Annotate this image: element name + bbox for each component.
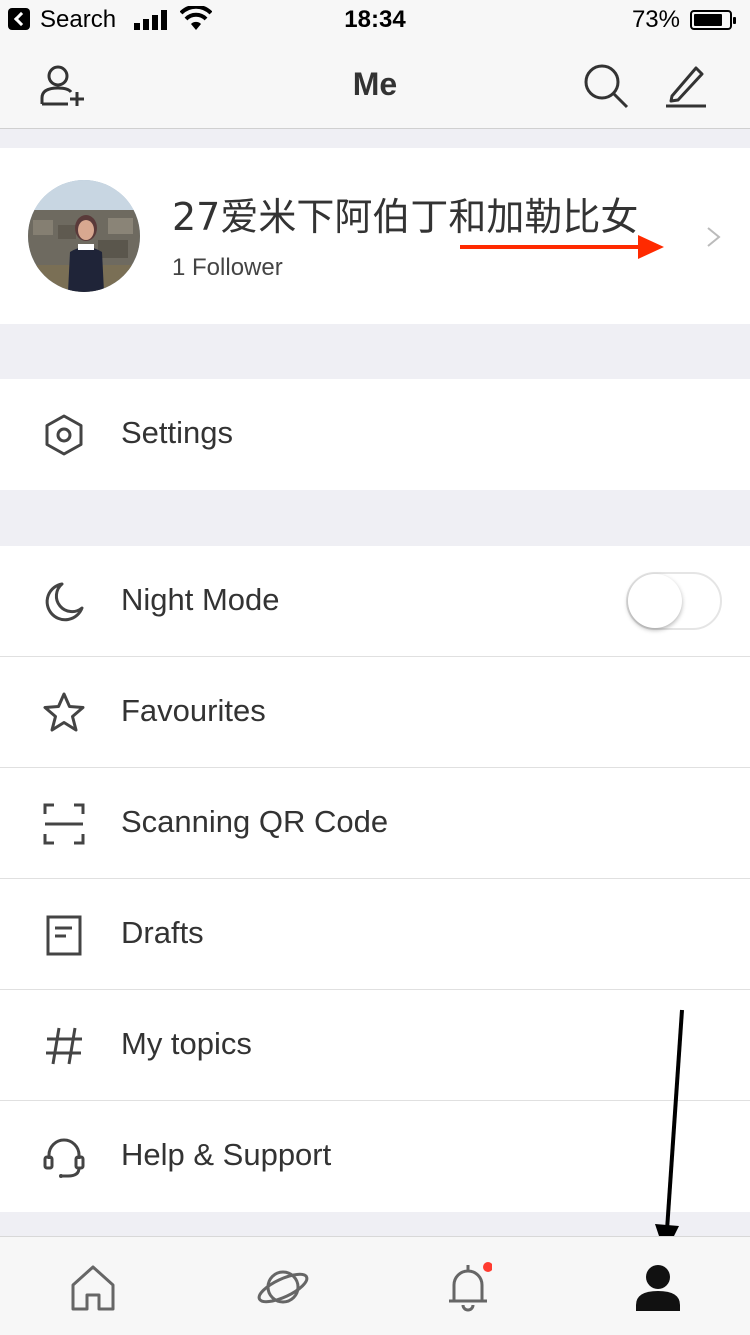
profile-person-icon[interactable] — [634, 1261, 682, 1313]
edit-icon[interactable] — [662, 62, 710, 110]
scan-icon — [43, 803, 85, 845]
menu-item-label: Help & Support — [121, 1137, 332, 1172]
drafts-icon — [46, 915, 82, 956]
menu-item-my-topics[interactable]: My topics — [0, 990, 750, 1101]
tab-bar — [0, 1236, 750, 1335]
menu-item-label: Scanning QR Code — [121, 804, 389, 839]
menu-item-label: My topics — [121, 1026, 252, 1061]
profile-name: 27爱米下阿伯丁和加勒比女 — [172, 195, 639, 239]
search-icon[interactable] — [582, 62, 630, 110]
status-bar: Search 18:34 73% — [0, 0, 750, 40]
menu-item-label: Night Mode — [121, 582, 280, 617]
menu-item-label: Drafts — [121, 915, 204, 950]
menu-item-scan-qr[interactable]: Scanning QR Code — [0, 768, 750, 879]
black-annotation-arrow — [655, 1009, 684, 1254]
menu-item-favourites[interactable]: Favourites — [0, 657, 750, 768]
chevron-right-icon[interactable] — [706, 226, 722, 248]
followers-count[interactable]: 1 Follower — [172, 254, 283, 282]
menu-item-drafts[interactable]: Drafts — [0, 879, 750, 990]
menu-group: Night Mode Favourites Scanning QR Code D… — [0, 546, 750, 1212]
menu-item-settings[interactable]: Settings — [0, 379, 750, 490]
home-icon[interactable] — [69, 1261, 117, 1313]
battery-icon — [690, 10, 736, 30]
hexagon-settings-icon — [45, 414, 83, 456]
nav-bar: Me — [0, 40, 750, 129]
settings-group: Settings — [0, 379, 750, 490]
red-annotation-arrow — [460, 235, 664, 259]
star-icon — [43, 692, 85, 732]
menu-item-label: Favourites — [121, 693, 266, 728]
notification-dot — [483, 1262, 492, 1272]
avatar[interactable] — [28, 180, 140, 292]
menu-item-label: Settings — [121, 415, 234, 450]
notifications-bell-icon[interactable] — [444, 1261, 492, 1313]
headset-icon — [43, 1138, 85, 1178]
moon-icon — [45, 582, 84, 622]
night-mode-toggle[interactable] — [626, 572, 722, 630]
menu-item-night-mode[interactable]: Night Mode — [0, 546, 750, 657]
page-title: Me — [352, 66, 398, 102]
profile-card[interactable]: 27爱米下阿伯丁和加勒比女 1 Follower — [0, 148, 750, 324]
battery-percent: 73% — [631, 6, 680, 33]
discover-planet-icon[interactable] — [256, 1261, 310, 1313]
menu-item-help-support[interactable]: Help & Support — [0, 1101, 750, 1212]
hashtag-icon — [46, 1027, 82, 1065]
toggle-knob — [628, 574, 682, 628]
